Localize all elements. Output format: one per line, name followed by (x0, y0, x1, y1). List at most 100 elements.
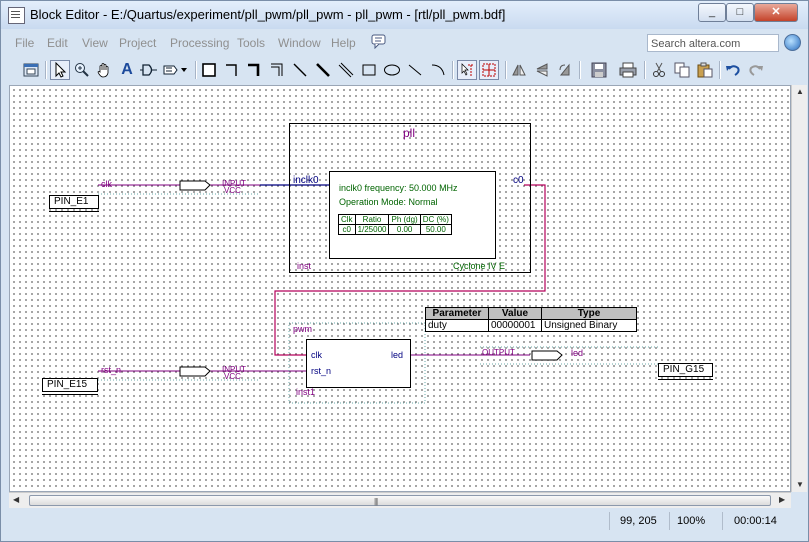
cut-icon[interactable] (649, 60, 669, 80)
partial-line-select-icon[interactable] (457, 60, 477, 80)
scroll-down-arrow-icon[interactable]: ▼ (796, 480, 804, 489)
vertical-scrollbar[interactable]: ▲ ▼ (791, 85, 807, 492)
pll-table-header-phase: Ph (dg) (388, 214, 421, 225)
menu-project[interactable]: Project (119, 36, 156, 50)
param-header-parameter: Parameter (425, 307, 489, 320)
pll-table-cell: 50.00 (419, 224, 452, 235)
text-tool-icon[interactable]: A (117, 60, 137, 80)
copy-icon[interactable] (672, 60, 692, 80)
horizontal-scroll-thumb[interactable]: ||| (29, 495, 771, 506)
pwm-block[interactable]: clk rst_n led (306, 339, 411, 388)
orthogonal-node-icon[interactable] (222, 60, 242, 80)
hand-icon[interactable] (94, 60, 114, 80)
undo-icon[interactable] (723, 60, 743, 80)
diagonal-node-icon[interactable] (290, 60, 310, 80)
help-balloon-icon[interactable] (371, 33, 387, 52)
paste-icon[interactable] (695, 60, 715, 80)
rectangle-icon[interactable] (359, 60, 379, 80)
maximize-button[interactable]: □ (726, 3, 754, 22)
line-icon[interactable] (405, 60, 425, 80)
menu-processing[interactable]: Processing (170, 36, 229, 50)
search-input[interactable]: Search altera.com (647, 34, 779, 52)
block-editor-toolbar: A (9, 57, 801, 84)
pll-port-c0: c0 (513, 175, 524, 186)
toolbar-separator (579, 61, 580, 79)
param-cell: duty (425, 319, 489, 332)
pll-info-box: inclk0 frequency: 50.000 MHz Operation M… (329, 171, 496, 259)
diagonal-bus-icon[interactable] (313, 60, 333, 80)
menu-edit[interactable]: Edit (47, 36, 68, 50)
toolbar-separator (45, 61, 46, 79)
minimize-button[interactable]: _ (698, 3, 726, 22)
pll-clock-table: Clk Ratio Ph (dg) DC (%) c0 1/25000 0.00… (338, 214, 452, 235)
print-icon[interactable] (618, 60, 638, 80)
zoom-icon[interactable] (72, 60, 92, 80)
pll-device-family: Cyclone IV E (453, 261, 506, 271)
pll-table-cell: 1/25000 (354, 224, 390, 235)
clk-pin-name: clk (101, 179, 112, 189)
menu-view[interactable]: View (82, 36, 108, 50)
pwm-port-clk: clk (311, 350, 322, 360)
status-divider (609, 512, 610, 530)
led-output-pin-shape (531, 350, 563, 361)
pwm-block-title: pwm (293, 324, 313, 334)
close-button[interactable]: ✕ (754, 3, 798, 22)
rst-input-pin-shape (179, 366, 211, 377)
menu-window[interactable]: Window (278, 36, 321, 50)
param-cell: 00000001 (488, 319, 542, 332)
scroll-up-arrow-icon[interactable]: ▲ (796, 87, 804, 96)
menu-tools[interactable]: Tools (237, 36, 265, 50)
schematic-canvas[interactable]: clk INPUT VCC PIN_E1 rst_n INPUT VCC PIN… (9, 85, 791, 492)
pwm-port-rst-n: rst_n (311, 366, 332, 376)
led-pin-type: OUTPUT (482, 348, 515, 357)
status-divider (669, 512, 670, 530)
block-editor-icon (8, 7, 25, 24)
toolbar-separator (719, 61, 720, 79)
rotate-icon[interactable] (555, 60, 575, 80)
clk-pin-default: VCC (224, 186, 241, 195)
pll-table-cell: c0 (338, 224, 356, 235)
scroll-right-arrow-icon[interactable]: ▶ (779, 495, 785, 504)
orthogonal-conduit-icon[interactable] (267, 60, 287, 80)
toolbar-separator (644, 61, 645, 79)
flip-horizontal-icon[interactable] (509, 60, 529, 80)
pll-table-cell: 0.00 (388, 224, 421, 235)
pll-block[interactable]: pll inclk0 c0 inclk0 frequency: 50.000 M… (289, 123, 531, 273)
pll-table-header-clk: Clk (338, 214, 356, 225)
clk-input-pin-shape (179, 180, 211, 191)
menu-help[interactable]: Help (331, 36, 356, 50)
title-bar: Block Editor - E:/Quartus/experiment/pll… (1, 1, 808, 29)
param-header-value: Value (488, 307, 542, 320)
window-title: Block Editor - E:/Quartus/experiment/pll… (30, 7, 506, 22)
pwm-parameter-table[interactable]: Parameter Value Type duty 00000001 Unsig… (425, 307, 637, 332)
scroll-grip: ||| (374, 497, 378, 506)
led-pin-name: led (571, 348, 584, 358)
pll-frequency: inclk0 frequency: 50.000 MHz (339, 183, 458, 193)
flip-vertical-icon[interactable] (532, 60, 552, 80)
diagonal-conduit-icon[interactable] (336, 60, 356, 80)
horizontal-scrollbar[interactable]: ◀ ||| ▶ (9, 492, 791, 508)
led-pin-location[interactable]: PIN_G15 (658, 363, 713, 380)
arc-icon[interactable] (428, 60, 448, 80)
menu-bar: File Edit View Project Processing Tools … (9, 32, 801, 54)
detach-icon[interactable] (21, 60, 41, 80)
symbol-tool-icon[interactable] (139, 60, 159, 80)
pin-tool-icon[interactable] (161, 60, 191, 80)
globe-icon[interactable] (784, 34, 801, 51)
pll-block-title: pll (403, 126, 416, 140)
pll-mode: Operation Mode: Normal (339, 197, 438, 207)
scroll-left-arrow-icon[interactable]: ◀ (13, 495, 19, 504)
rst-pin-location[interactable]: PIN_E15 (42, 378, 98, 395)
rectangle-block-icon[interactable] (199, 60, 219, 80)
status-zoom: 100% (677, 515, 706, 527)
oval-icon[interactable] (382, 60, 402, 80)
menu-file[interactable]: File (15, 36, 34, 50)
save-icon[interactable] (589, 60, 609, 80)
pll-instance-name: inst (297, 261, 312, 271)
pwm-port-led: led (391, 350, 404, 360)
clk-pin-location[interactable]: PIN_E1 (49, 195, 99, 212)
orthogonal-bus-icon[interactable] (244, 60, 264, 80)
rubberbanding-icon[interactable] (479, 60, 499, 80)
redo-icon[interactable] (746, 60, 766, 80)
selection-tool-icon[interactable] (50, 60, 70, 80)
